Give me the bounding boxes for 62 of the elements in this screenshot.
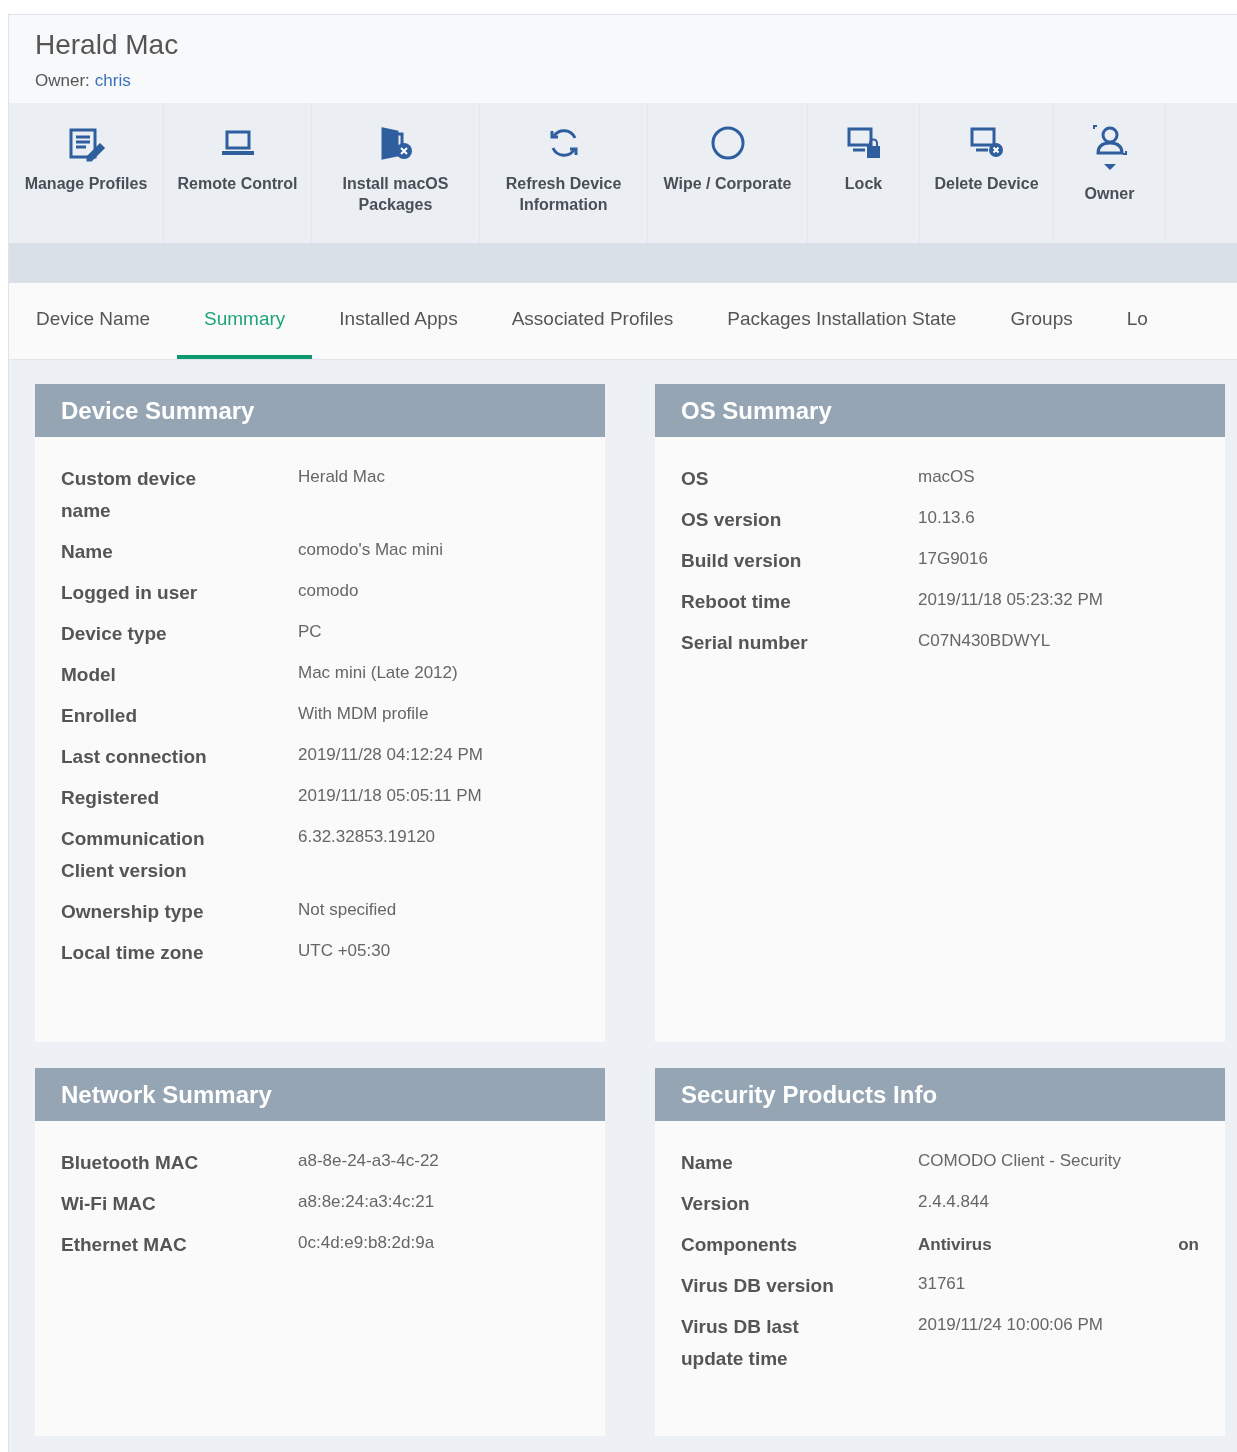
field-label: Registered bbox=[61, 786, 161, 810]
field-label: Logged in user bbox=[61, 581, 199, 605]
field-label: OS bbox=[681, 467, 710, 491]
field-value: 10.13.6 bbox=[918, 507, 976, 529]
field-label: Local time zone bbox=[61, 941, 205, 965]
component-name: Antivirus bbox=[918, 1234, 992, 1256]
field-label: Virus DB version bbox=[681, 1274, 835, 1298]
tab[interactable]: Associated Profiles bbox=[484, 283, 701, 359]
field-value: comodo bbox=[298, 580, 360, 602]
field-label: OS version bbox=[681, 508, 783, 532]
field-label: Model bbox=[61, 663, 117, 687]
field-value: COMODO Client - Security bbox=[918, 1150, 1123, 1172]
field-value: PC bbox=[298, 621, 323, 643]
field-label: Device type bbox=[61, 622, 168, 646]
field-label: Wi-Fi MAC bbox=[61, 1192, 157, 1216]
field-value: 17G9016 bbox=[918, 548, 989, 570]
field-label: Reboot time bbox=[681, 590, 792, 614]
field-label: Enrolled bbox=[61, 704, 138, 728]
tab[interactable]: Device Name bbox=[9, 283, 178, 359]
panel-header: OS Summary bbox=[655, 384, 1225, 437]
tab[interactable]: Packages Installation State bbox=[700, 283, 984, 359]
field-value: 6.32.32853.19120 bbox=[298, 826, 437, 848]
component-state: on bbox=[1178, 1234, 1199, 1256]
field-value: macOS bbox=[918, 466, 976, 488]
field-value: 31761 bbox=[918, 1273, 967, 1295]
field-value: C07N430BDWYL bbox=[918, 630, 1052, 652]
field-value: 2019/11/18 05:23:32 PM bbox=[918, 589, 1104, 611]
field-label: Name bbox=[61, 540, 114, 564]
field-value: Not specified bbox=[298, 899, 398, 921]
owner-label: Owner: bbox=[35, 71, 90, 91]
field-value: 2.4.4.844 bbox=[918, 1191, 990, 1213]
field-value: Herald Mac bbox=[298, 466, 386, 488]
field-value: a8-8e-24-a3-4c-22 bbox=[298, 1150, 440, 1172]
tab[interactable]: Lo bbox=[1099, 283, 1175, 359]
field-label: Components bbox=[681, 1233, 799, 1257]
field-label: Name bbox=[681, 1151, 734, 1175]
panel-header: Device Summary bbox=[35, 384, 605, 437]
field-value: 2019/11/28 04:12:24 PM bbox=[298, 744, 484, 766]
field-label: Virus DB last update time bbox=[681, 1315, 800, 1371]
field-value: With MDM profile bbox=[298, 703, 430, 725]
panel-header: Security Products Info bbox=[655, 1068, 1225, 1121]
field-value: 2019/11/24 10:00:06 PM bbox=[918, 1314, 1104, 1336]
field-label: Custom device name bbox=[61, 467, 198, 523]
field-label: Serial number bbox=[681, 631, 809, 655]
field-value: comodo's Mac mini bbox=[298, 539, 444, 561]
field-value: 0c:4d:e9:b8:2d:9a bbox=[298, 1232, 436, 1254]
field-label: Version bbox=[681, 1192, 751, 1216]
field-label: Last connection bbox=[61, 745, 208, 769]
tab[interactable]: Installed Apps bbox=[312, 283, 485, 359]
field-label: Bluetooth MAC bbox=[61, 1151, 200, 1175]
field-value: a8:8e:24:a3:4c:21 bbox=[298, 1191, 436, 1213]
field-value: 2019/11/18 05:05:11 PM bbox=[298, 785, 483, 807]
owner-link[interactable]: chris bbox=[94, 71, 131, 91]
panel-header: Network Summary bbox=[35, 1068, 605, 1121]
field-value: Mac mini (Late 2012) bbox=[298, 662, 459, 684]
device-title: Herald Mac bbox=[35, 29, 180, 61]
field-label: Ethernet MAC bbox=[61, 1233, 188, 1257]
field-value: UTC +05:30 bbox=[298, 940, 392, 962]
field-label: Communication Client version bbox=[61, 827, 206, 883]
field-label: Ownership type bbox=[61, 900, 205, 924]
tab[interactable]: Groups bbox=[983, 283, 1100, 359]
field-label: Build version bbox=[681, 549, 803, 573]
